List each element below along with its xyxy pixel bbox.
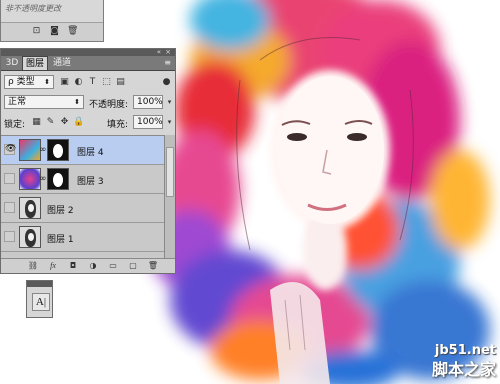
layer-thumbnail bbox=[19, 168, 41, 190]
character-icon[interactable]: A| bbox=[32, 293, 50, 311]
layer-name[interactable]: 图层 4 bbox=[77, 145, 104, 158]
scrollbar-thumb[interactable] bbox=[166, 147, 174, 197]
type-filter-icon[interactable]: T bbox=[87, 77, 98, 88]
history-toolbar: ⊡ ◙ 🗑 bbox=[1, 22, 103, 41]
pixel-filter-icon[interactable]: ▣ bbox=[59, 77, 70, 88]
smart-object-filter-icon[interactable]: ▤ bbox=[115, 77, 126, 88]
filter-kind-value: ρ 类型 bbox=[8, 77, 35, 87]
adjustment-filter-icon[interactable]: ◐ bbox=[73, 77, 84, 88]
visibility-toggle-icon[interactable] bbox=[4, 231, 15, 242]
opacity-value: 100% bbox=[137, 97, 163, 107]
shape-filter-icon[interactable]: ⬚ bbox=[101, 77, 112, 88]
layer-row[interactable]: 图层 2 bbox=[1, 194, 165, 223]
blend-row: 正常 ⬍ 不透明度: 100% ▾ bbox=[1, 95, 175, 111]
history-hint: 非不透明度更改 bbox=[5, 4, 61, 13]
chevron-down-icon: ⬍ bbox=[44, 78, 50, 86]
visibility-eye-icon[interactable]: 👁 bbox=[4, 144, 16, 155]
lock-transparent-icon[interactable]: ▦ bbox=[31, 117, 42, 128]
layers-panel: « × 3D 图层 通道 ≡ ρ 类型 ⬍ ▣ ◐ T ⬚ ▤ ● 正常 ⬍ 不… bbox=[0, 48, 176, 274]
layer-list-scrollbar[interactable] bbox=[164, 135, 175, 261]
visibility-toggle-icon[interactable] bbox=[4, 202, 15, 213]
character-panel-collapsed[interactable]: A| bbox=[26, 280, 53, 318]
tab-3d[interactable]: 3D bbox=[3, 56, 21, 70]
chevron-down-icon: ⬍ bbox=[74, 98, 80, 106]
layer-thumbnail bbox=[19, 197, 41, 219]
blend-mode-value: 正常 bbox=[8, 97, 27, 107]
layer-mask-thumbnail bbox=[47, 139, 69, 161]
close-icon[interactable]: × bbox=[165, 48, 171, 56]
fill-field[interactable]: 100% bbox=[133, 115, 163, 129]
link-chain-icon: ∞ bbox=[39, 145, 47, 155]
opacity-label: 不透明度: bbox=[89, 100, 129, 110]
layer-row[interactable]: ∞ 图层 3 bbox=[1, 165, 165, 194]
fill-value: 100% bbox=[137, 117, 163, 127]
tab-channels[interactable]: 通道 bbox=[49, 56, 75, 70]
lock-all-icon[interactable]: 🔒 bbox=[73, 117, 84, 128]
opacity-dropdown-icon[interactable]: ▾ bbox=[164, 97, 175, 108]
layer-name[interactable]: 图层 3 bbox=[77, 174, 104, 187]
panel-tabs: 3D 图层 通道 ≡ bbox=[1, 56, 175, 71]
snapshot-icon[interactable]: ⊡ bbox=[31, 26, 42, 37]
layer-row[interactable]: 👁 ∞ 图层 4 bbox=[1, 136, 165, 165]
filter-toggle-icon[interactable]: ● bbox=[161, 77, 172, 88]
filter-kind-select[interactable]: ρ 类型 ⬍ bbox=[4, 75, 54, 89]
lock-position-icon[interactable]: ✥ bbox=[59, 117, 70, 128]
trash-icon[interactable]: 🗑 bbox=[147, 261, 159, 271]
layer-list: 👁 ∞ 图层 4 ∞ 图层 3 图层 2 图层 1 bbox=[1, 135, 165, 262]
history-panel-fragment: 非不透明度更改 ⊡ ◙ 🗑 bbox=[0, 0, 104, 42]
lock-row: 锁定: ▦ ✎ ✥ 🔒 填充: 100% ▾ bbox=[1, 115, 175, 131]
panel-menu-icon[interactable]: ≡ bbox=[164, 58, 171, 67]
tab-layers[interactable]: 图层 bbox=[22, 56, 48, 70]
fx-icon[interactable]: fx bbox=[47, 261, 59, 271]
layer-thumbnail bbox=[19, 139, 41, 161]
layer-mask-thumbnail bbox=[47, 168, 69, 190]
layer-name[interactable]: 图层 2 bbox=[47, 203, 74, 216]
lock-label: 锁定: bbox=[4, 120, 26, 130]
link-icon[interactable]: ⛓ bbox=[27, 261, 39, 271]
adjustment-icon[interactable]: ◑ bbox=[87, 261, 99, 271]
trash-icon[interactable]: 🗑 bbox=[67, 26, 78, 37]
fill-label: 填充: bbox=[107, 120, 129, 130]
layer-thumbnail bbox=[19, 226, 41, 248]
layer-row[interactable]: 图层 1 bbox=[1, 223, 165, 252]
panel-titlebar: « × bbox=[1, 48, 175, 56]
opacity-field[interactable]: 100% bbox=[133, 95, 163, 109]
mask-icon[interactable]: ◘ bbox=[67, 261, 79, 271]
blend-mode-select[interactable]: 正常 ⬍ bbox=[4, 95, 84, 109]
layer-name[interactable]: 图层 1 bbox=[47, 232, 74, 245]
new-layer-icon[interactable]: ▢ bbox=[127, 261, 139, 271]
camera-icon[interactable]: ◙ bbox=[49, 26, 60, 37]
layers-bottom-bar: ⛓ fx ◘ ◑ ▭ ▢ 🗑 bbox=[1, 258, 175, 273]
fill-dropdown-icon[interactable]: ▾ bbox=[164, 117, 175, 128]
collapse-icon[interactable]: « bbox=[157, 48, 161, 56]
group-icon[interactable]: ▭ bbox=[107, 261, 119, 271]
link-chain-icon: ∞ bbox=[39, 174, 47, 184]
character-panel-titlebar bbox=[27, 281, 52, 287]
watermark-brand: 脚本之家 bbox=[431, 360, 496, 379]
visibility-toggle-icon[interactable] bbox=[4, 173, 15, 184]
lock-image-icon[interactable]: ✎ bbox=[45, 117, 56, 128]
filter-row: ρ 类型 ⬍ ▣ ◐ T ⬚ ▤ ● bbox=[1, 75, 175, 91]
